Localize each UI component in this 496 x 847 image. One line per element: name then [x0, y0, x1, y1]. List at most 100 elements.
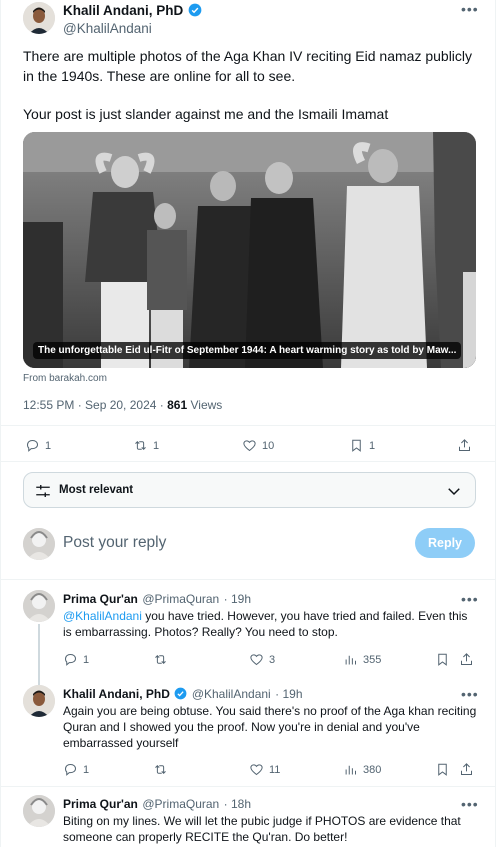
divider — [1, 461, 496, 462]
bookmark-button[interactable] — [435, 652, 450, 667]
reply-author-avatar[interactable] — [23, 590, 55, 622]
reply-header: Prima Qur'an @PrimaQuran · 19h — [63, 590, 251, 608]
divider — [1, 425, 496, 426]
reply-time[interactable]: · 18h — [224, 797, 251, 811]
author-avatar[interactable] — [23, 2, 55, 34]
repost-icon — [135, 441, 146, 450]
like-count: 11 — [269, 763, 281, 776]
link-card-caption-text: The unforgettable Eid ul-Fitr of Septemb… — [38, 345, 457, 356]
analytics-icon — [345, 655, 356, 665]
chevron-down-icon — [448, 488, 460, 496]
repost-count: 1 — [153, 439, 160, 452]
bookmark-icon — [438, 763, 447, 776]
reply-tweet[interactable]: Khalil Andani, PhD @KhalilAndani · 19h •… — [1, 677, 496, 787]
share-icon — [461, 653, 472, 665]
bookmark-button[interactable] — [435, 762, 450, 777]
reply-header: Prima Qur'an @PrimaQuran · 18h — [63, 795, 251, 813]
reply-tweet[interactable]: Prima Qur'an @PrimaQuran · 19h ••• @Khal… — [1, 580, 496, 684]
like-button[interactable]: 3 — [249, 652, 275, 667]
like-button[interactable]: 11 — [249, 762, 280, 777]
tweet-paragraph: There are multiple photos of the Aga Kha… — [23, 48, 473, 84]
reply-time[interactable]: · 19h — [275, 687, 302, 701]
tweet-time[interactable]: 12:55 PM · Sep 20, 2024 · — [23, 398, 164, 412]
reply-author-name[interactable]: Prima Qur'an — [63, 592, 138, 606]
more-options-icon[interactable]: ••• — [461, 687, 479, 701]
heart-icon — [250, 654, 263, 666]
mention-link[interactable]: @KhalilAndani — [63, 609, 142, 623]
bookmark-icon — [352, 439, 361, 452]
reply-author-name[interactable]: Khalil Andani, PhD — [63, 687, 170, 701]
repost-button[interactable]: 1 — [133, 438, 159, 453]
reply-text: Again you are being obtuse. You said the… — [63, 704, 477, 750]
reply-tweet[interactable]: Prima Qur'an @PrimaQuran · 18h ••• Bitin… — [1, 787, 496, 847]
repost-button[interactable] — [153, 762, 173, 777]
author-name[interactable]: Khalil Andani, PhD — [63, 3, 183, 18]
more-options-icon[interactable]: ••• — [461, 592, 479, 606]
author-info: Khalil Andani, PhD @KhalilAndani — [63, 2, 202, 36]
reply-count: 1 — [83, 653, 90, 666]
reply-time[interactable]: · 19h — [224, 592, 251, 606]
repost-icon — [155, 655, 166, 664]
verified-badge-icon — [174, 687, 187, 700]
views-count: 380 — [363, 763, 382, 776]
tweet-text: There are multiple photos of the Aga Kha… — [23, 46, 478, 124]
share-button[interactable] — [459, 652, 474, 667]
reply-text: @KhalilAndani you have tried. However, y… — [63, 608, 478, 640]
analytics-icon — [345, 765, 356, 775]
like-button[interactable]: 10 — [242, 438, 274, 453]
reply-header: Khalil Andani, PhD @KhalilAndani · 19h — [63, 685, 303, 703]
share-button[interactable] — [459, 762, 474, 777]
verified-badge-icon — [188, 3, 202, 17]
reply-input[interactable]: Post your reply — [63, 534, 403, 552]
reply-count: 1 — [83, 763, 90, 776]
more-options-icon[interactable]: ••• — [461, 2, 479, 16]
views-button[interactable]: 355 — [343, 652, 381, 667]
reply-author-avatar[interactable] — [23, 685, 55, 717]
reply-button[interactable]: 1 — [63, 652, 89, 667]
reply-button[interactable]: 1 — [25, 438, 51, 453]
reply-text: Biting on my lines. We will let the pubi… — [63, 814, 461, 844]
link-card[interactable]: The unforgettable Eid ul-Fitr of Septemb… — [23, 132, 476, 368]
repost-button[interactable] — [153, 652, 173, 667]
views-count: 355 — [363, 653, 382, 666]
repost-icon — [155, 765, 166, 774]
share-icon — [459, 439, 470, 451]
views-label: Views — [190, 398, 223, 412]
bookmark-button[interactable]: 1 — [349, 438, 375, 453]
link-card-source[interactable]: From barakah.com — [23, 373, 107, 384]
reply-icon — [26, 439, 39, 452]
author-handle[interactable]: @KhalilAndani — [63, 21, 202, 36]
views-button[interactable]: 380 — [343, 762, 381, 777]
tweet-thread: Khalil Andani, PhD @KhalilAndani ••• The… — [0, 0, 496, 847]
reply-author-handle[interactable]: @PrimaQuran — [142, 592, 219, 606]
heart-icon — [250, 764, 263, 776]
reply-author-avatar[interactable] — [23, 795, 55, 827]
reply-submit-button[interactable]: Reply — [415, 528, 475, 558]
reply-count: 1 — [45, 439, 52, 452]
thread-line — [38, 624, 40, 684]
share-icon — [461, 763, 472, 775]
bookmark-icon — [438, 653, 447, 666]
sliders-icon — [36, 485, 50, 497]
reply-author-name[interactable]: Prima Qur'an — [63, 797, 138, 811]
reply-author-handle[interactable]: @KhalilAndani — [192, 687, 271, 701]
reply-button[interactable]: 1 — [63, 762, 89, 777]
tweet-timestamp-row: 12:55 PM · Sep 20, 2024 · 861 Views — [23, 398, 222, 412]
like-count: 3 — [269, 653, 276, 666]
reply-author-handle[interactable]: @PrimaQuran — [142, 797, 219, 811]
link-card-photo — [23, 132, 476, 368]
heart-icon — [243, 440, 256, 452]
sort-dropdown[interactable]: Most relevant — [23, 472, 476, 508]
tweet-paragraph: Your post is just slander against me and… — [23, 106, 389, 122]
sort-label: Most relevant — [59, 484, 134, 496]
thread-line — [38, 677, 40, 685]
bookmark-count: 1 — [369, 439, 376, 452]
reply-icon — [64, 653, 77, 666]
current-user-avatar[interactable] — [23, 528, 55, 560]
reply-icon — [64, 763, 77, 776]
like-count: 10 — [262, 439, 275, 452]
views-count: 861 — [167, 398, 188, 412]
link-card-caption: The unforgettable Eid ul-Fitr of Septemb… — [33, 342, 462, 359]
share-button[interactable] — [457, 438, 472, 453]
more-options-icon[interactable]: ••• — [461, 797, 479, 811]
